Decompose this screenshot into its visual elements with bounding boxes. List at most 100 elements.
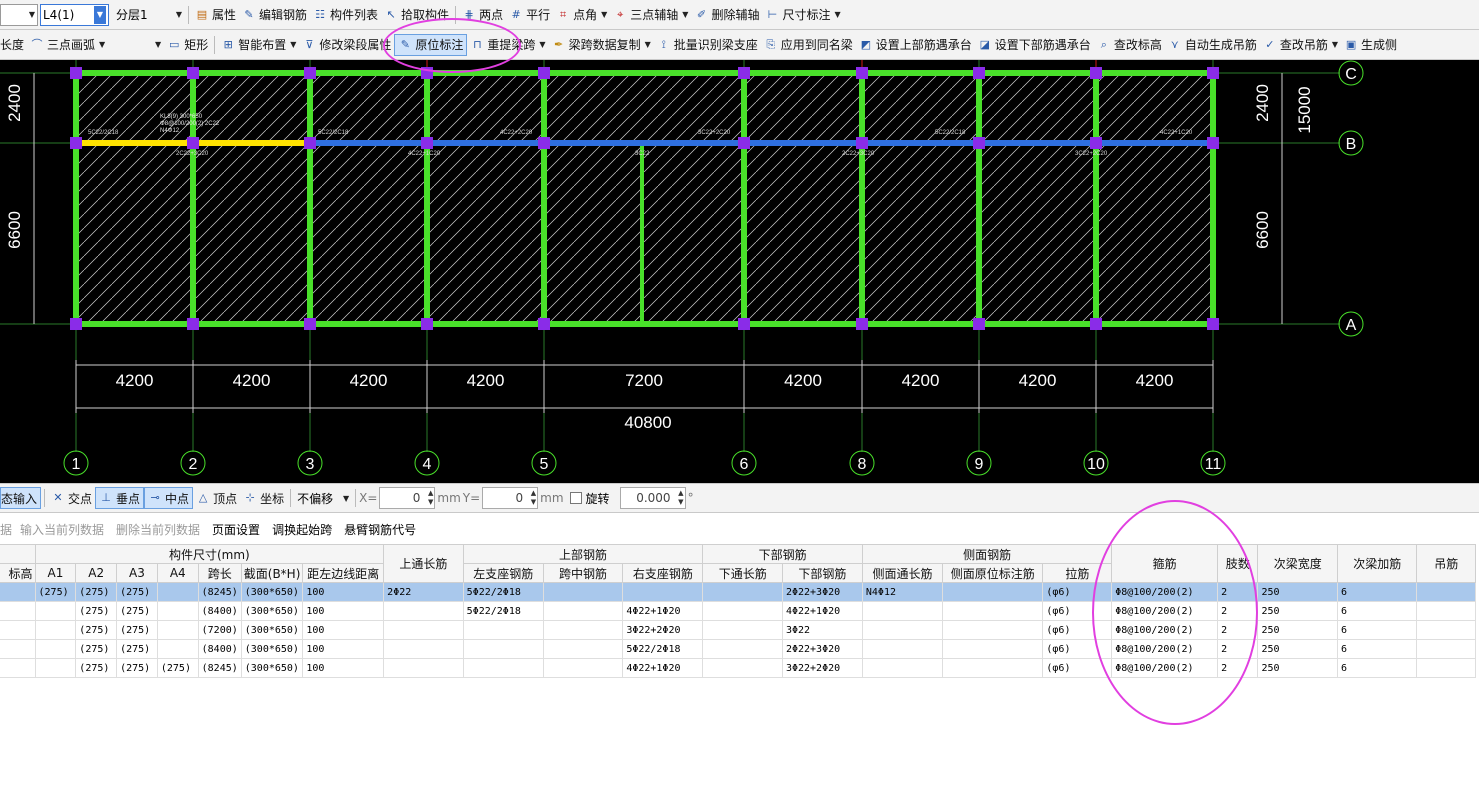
cell-a2[interactable]: (275)	[75, 582, 118, 602]
rectangle-button[interactable]: ▭ 矩形	[164, 34, 211, 56]
cell-bottom-long[interactable]	[702, 620, 783, 640]
cell-section[interactable]: (300*650)	[240, 582, 304, 602]
cell-sec-beam-add[interactable]: 6	[1336, 601, 1418, 621]
check-elevation-button[interactable]: ⌕ 查改标高	[1094, 34, 1165, 56]
cell-tie[interactable]: (φ6)	[1042, 639, 1113, 659]
midpoint-snap-button[interactable]: ⊸ 中点	[144, 487, 194, 509]
perpendicular-snap-button[interactable]: ⊥ 垂点	[95, 487, 145, 509]
y-input[interactable]: 0 ▲ ▼	[482, 487, 539, 509]
cell-mid-span[interactable]	[542, 582, 624, 602]
cell-elev[interactable]	[0, 658, 36, 678]
cell-top-long[interactable]: 2Φ22	[383, 582, 464, 602]
cell-right-support[interactable]: 3Φ22+2Φ20	[622, 620, 704, 640]
cell-right-support[interactable]: 4Φ22+1Φ20	[622, 601, 704, 621]
cell-a4[interactable]	[156, 620, 199, 640]
cell-a4[interactable]: (275)	[156, 658, 199, 678]
vertex-snap-button[interactable]: △ 顶点	[193, 487, 240, 509]
cell-legs[interactable]: 2	[1217, 582, 1259, 602]
apply-same-beam-button[interactable]: ⎘ 应用到同名梁	[761, 34, 856, 56]
cell-stirrup[interactable]: Φ8@100/200(2)	[1111, 620, 1219, 640]
three-point-arc-button[interactable]: ⌒ 三点画弧 ▼	[27, 34, 108, 56]
cell-sec-beam-add[interactable]: 6	[1336, 658, 1418, 678]
table-row[interactable]: (275) (275) (7200) (300*650) 100 3Φ22+2Φ20 3Φ2…	[0, 620, 1476, 640]
check-hanger-button[interactable]: ✓ 查改吊筋 ▼	[1260, 34, 1341, 56]
cell-a3[interactable]: (275)	[116, 658, 158, 678]
cell-a1[interactable]	[34, 601, 77, 621]
cell-hanger[interactable]	[1416, 582, 1476, 602]
pick-component-button[interactable]: ↖ 拾取构件	[381, 4, 452, 26]
cell-a4[interactable]	[156, 601, 199, 621]
cell-edge-dist[interactable]: 100	[302, 601, 385, 621]
cell-section[interactable]: (300*650)	[240, 658, 304, 678]
cell-bottom-long[interactable]	[702, 582, 783, 602]
original-annotation-button[interactable]: ✎ 原位标注	[394, 33, 468, 56]
cell-side-orig[interactable]	[942, 601, 1044, 621]
rotate-checkbox[interactable]	[569, 492, 582, 504]
cell-left-support[interactable]	[462, 658, 544, 678]
arc-option-select[interactable]: ▼	[108, 33, 165, 56]
cell-bottom-rebar[interactable]: 3Φ22+2Φ20	[781, 658, 863, 678]
cell-hanger[interactable]	[1416, 639, 1476, 659]
edit-rebar-button[interactable]: ✎ 编辑钢筋	[239, 4, 310, 26]
cell-sec-beam-add[interactable]: 6	[1336, 620, 1418, 640]
cell-a3[interactable]: (275)	[116, 620, 158, 640]
menu-item-delete-column[interactable]: 删除当前列数据	[116, 521, 200, 538]
cell-tie[interactable]: (φ6)	[1042, 620, 1113, 640]
cell-bottom-rebar[interactable]: 3Φ22	[781, 620, 863, 640]
cell-section[interactable]: (300*650)	[240, 639, 304, 659]
cell-elev[interactable]	[0, 582, 36, 602]
cell-elev[interactable]	[0, 639, 36, 659]
cell-top-long[interactable]	[383, 639, 464, 659]
table-row[interactable]: (275) (275) (8400) (300*650) 100 5Φ22/2Φ18 2Φ2…	[0, 639, 1476, 659]
three-point-aux-button[interactable]: ⌖ 三点辅轴 ▼	[610, 4, 691, 26]
menu-item-cantilever-code[interactable]: 悬臂钢筋代号	[344, 521, 416, 538]
intersection-snap-button[interactable]: ✕ 交点	[48, 487, 95, 509]
cell-a3[interactable]: (275)	[116, 639, 158, 659]
cell-sec-beam-add[interactable]: 6	[1336, 639, 1418, 659]
cell-mid-span[interactable]	[542, 601, 624, 621]
auto-hanger-button[interactable]: ⋎ 自动生成吊筋	[1165, 34, 1260, 56]
cell-span-len[interactable]: (8400)	[197, 601, 242, 621]
menu-item-data[interactable]: 据	[0, 521, 12, 538]
cell-sec-beam-add[interactable]: 6	[1336, 582, 1418, 602]
set-bottom-rebar-cap-button[interactable]: ◪ 设置下部筋遇承台	[975, 34, 1094, 56]
cell-top-long[interactable]	[383, 601, 464, 621]
cell-a4[interactable]	[156, 582, 199, 602]
cell-right-support[interactable]: 5Φ22/2Φ18	[622, 639, 704, 659]
smart-layout-button[interactable]: ⊞ 智能布置 ▼	[218, 34, 299, 56]
length-button[interactable]: 长度	[0, 34, 27, 56]
component-list-button[interactable]: ☷ 构件列表	[310, 4, 381, 26]
set-top-rebar-cap-button[interactable]: ◩ 设置上部筋遇承台	[856, 34, 975, 56]
cell-left-support[interactable]: 5Φ22/2Φ18	[462, 582, 544, 602]
cell-hanger[interactable]	[1416, 601, 1476, 621]
cell-section[interactable]: (300*650)	[240, 620, 304, 640]
cell-elev[interactable]	[0, 601, 36, 621]
cell-right-support[interactable]	[622, 582, 704, 602]
table-row[interactable]: (275) (275) (8400) (300*650) 100 5Φ22/2Φ18 4Φ2…	[0, 601, 1476, 621]
cell-a2[interactable]: (275)	[75, 601, 118, 621]
cell-sec-beam-width[interactable]: 250	[1257, 658, 1338, 678]
menu-item-input-column[interactable]: 输入当前列数据	[20, 521, 104, 538]
coordinate-snap-button[interactable]: ⊹ 坐标	[240, 487, 287, 509]
offset-select[interactable]: 不偏移 ▼	[294, 487, 353, 509]
cell-legs[interactable]: 2	[1217, 620, 1259, 640]
modify-beam-section-button[interactable]: ⊽ 修改梁段属性	[299, 34, 394, 56]
cell-stirrup[interactable]: Φ8@100/200(2)	[1111, 658, 1219, 678]
cell-left-support[interactable]	[462, 639, 544, 659]
parallel-button[interactable]: # 平行	[506, 4, 553, 26]
cell-sec-beam-width[interactable]: 250	[1257, 601, 1338, 621]
cell-edge-dist[interactable]: 100	[302, 639, 385, 659]
cell-legs[interactable]: 2	[1217, 639, 1259, 659]
copy-span-data-button[interactable]: ✒ 梁跨数据复制 ▼	[549, 34, 654, 56]
cell-stirrup[interactable]: Φ8@100/200(2)	[1111, 582, 1219, 602]
cell-top-long[interactable]	[383, 658, 464, 678]
floor-select[interactable]: ▼	[0, 3, 38, 26]
cell-left-support[interactable]: 5Φ22/2Φ18	[462, 601, 544, 621]
table-row[interactable]: (275) (275) (275) (8245) (300*650) 100 4Φ22+1Φ…	[0, 658, 1476, 678]
cell-edge-dist[interactable]: 100	[302, 582, 385, 602]
cell-a1[interactable]	[34, 639, 77, 659]
cell-stirrup[interactable]: Φ8@100/200(2)	[1111, 639, 1219, 659]
properties-button[interactable]: ▤ 属性	[192, 4, 239, 26]
cell-legs[interactable]: 2	[1217, 601, 1259, 621]
drawing-canvas[interactable]: 4200 4200 4200 4200 7200 4200 4200 4200 4200 4080…	[0, 60, 1479, 483]
